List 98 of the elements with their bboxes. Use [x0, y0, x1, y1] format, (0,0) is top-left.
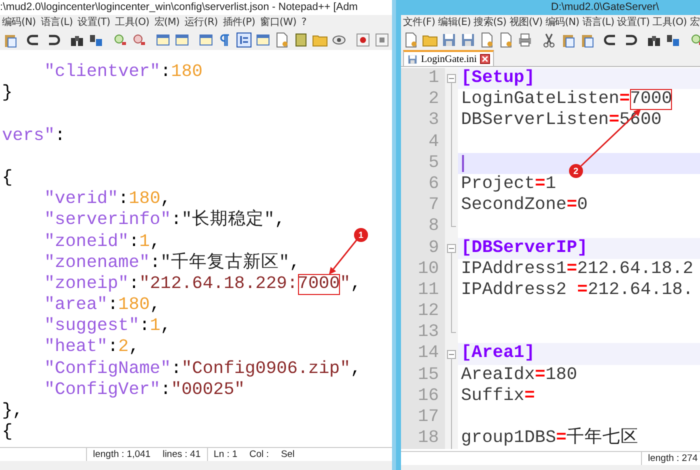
menu-item[interactable]: 宏(M)	[154, 15, 180, 29]
status-text: Ln : 1	[214, 448, 238, 461]
code-line: ",	[340, 274, 361, 296]
zoom-in-icon[interactable]	[112, 32, 128, 48]
code-line: IPAddress2 =212.64.18.	[461, 280, 694, 302]
line-number: 14	[401, 343, 445, 365]
code-line: {	[2, 422, 13, 444]
code-line: "verid":180,	[43, 189, 171, 210]
code-line: "clientver":180	[43, 62, 203, 84]
menu-item[interactable]: 编辑(E)	[438, 15, 471, 29]
code-line: "ConfigName":"Config0906.zip",	[43, 358, 361, 380]
save-icon[interactable]	[441, 32, 457, 48]
code-line: SecondZone=0	[461, 195, 588, 216]
line-number: 9	[401, 238, 445, 259]
line-number: 8	[401, 216, 445, 238]
code-line: "zonename":"千年复古新区",	[43, 252, 300, 274]
line-number: 5	[401, 152, 445, 174]
status-text: length : 1,041	[93, 448, 151, 461]
window-icon[interactable]	[255, 32, 271, 48]
file-tab[interactable]: LoginGate.ini	[403, 50, 494, 66]
line-number: 13	[401, 322, 445, 344]
menu-item[interactable]: 设置(T)	[617, 15, 650, 29]
callout-badge: 1	[354, 228, 368, 242]
code-line: LoginGateListen=	[461, 89, 630, 110]
code-line: Suffix=	[461, 386, 535, 407]
code-line: "suggest":1,	[43, 316, 171, 338]
menu-item[interactable]: 编码(N)	[2, 15, 36, 29]
line-number: 2	[401, 89, 445, 110]
record-icon[interactable]	[355, 32, 371, 48]
page-icon[interactable]	[479, 32, 495, 48]
code-line: [DBServerIP]	[461, 238, 588, 259]
line-number: 15	[401, 364, 445, 386]
menu-item[interactable]: 设置(T)	[78, 15, 110, 29]
code-line: "zoneip":"212.64.18.229:	[43, 274, 298, 296]
status-text: lines : 41	[162, 448, 201, 461]
code-line: group1DBS=千年七区	[461, 428, 639, 450]
line-number: 6	[401, 174, 445, 196]
menu-item[interactable]: 工具(O)	[115, 15, 150, 29]
menu-item[interactable]: 文件(F)	[403, 15, 436, 29]
code-line: IPAddress1=212.64.18.2	[461, 258, 694, 280]
menu-item[interactable]: 语言(L)	[40, 15, 73, 29]
code-line: [Area1]	[461, 343, 535, 365]
indent-icon[interactable]	[236, 32, 252, 48]
menu-item[interactable]: 视图(V)	[509, 15, 542, 29]
page-icon[interactable]	[274, 32, 290, 48]
code-line: AreaIdx=180	[461, 364, 578, 386]
code-line: "heat":2,	[43, 337, 140, 359]
menu-item[interactable]: ?	[301, 16, 306, 28]
save-icon[interactable]	[460, 32, 476, 48]
scissors-icon[interactable]	[541, 32, 557, 48]
window-icon[interactable]	[155, 32, 171, 48]
menu-item[interactable]: 插件(P)	[222, 15, 256, 29]
code-line: [Setup]	[461, 68, 535, 90]
menu-item[interactable]: 搜索(S)	[474, 15, 506, 29]
line-number: 1	[401, 68, 445, 90]
line-number: 7	[401, 195, 445, 216]
code-line: "area":180,	[43, 295, 160, 316]
code-line: "serverinfo":"长期稳定",	[43, 210, 286, 232]
save-icon	[407, 54, 418, 64]
menu-item[interactable]: 运行(R)	[184, 15, 218, 29]
status-text: Sel	[280, 448, 295, 461]
code-line: },	[2, 401, 24, 422]
status-text: length : 274	[648, 452, 698, 465]
menu-item[interactable]: 语言(L)	[582, 15, 614, 29]
line-number: 11	[401, 280, 445, 302]
stop-icon[interactable]	[374, 32, 390, 48]
line-number: 17	[401, 407, 445, 428]
menu-item[interactable]: 编码(N)	[546, 15, 580, 29]
line-number: 4	[401, 132, 445, 153]
window-title: D:\mud2.0\GateServer\	[550, 0, 660, 15]
page-icon[interactable]	[498, 32, 514, 48]
line-number: 18	[401, 428, 445, 450]
status-text: Col :	[249, 448, 269, 461]
line-number: 10	[401, 258, 445, 280]
printer-icon[interactable]	[517, 32, 533, 48]
menu-item[interactable]: 窗口(W)	[260, 15, 296, 29]
boxed-value: 7000	[630, 89, 672, 110]
menu-item[interactable]: 工具(O)	[652, 15, 687, 29]
code-line: Project=1	[461, 174, 556, 196]
fold-icon[interactable]	[447, 350, 456, 359]
code-line: "zoneid":1,	[43, 232, 160, 253]
window-icon[interactable]	[174, 32, 190, 48]
window-title: :\mud2.0\logincenter\logincenter_win\config\serverlist.json - Notepad++ [Adm	[0, 0, 392, 15]
code-line: }	[2, 83, 13, 104]
close-icon[interactable]	[480, 54, 490, 64]
window-icon[interactable]	[198, 32, 214, 48]
fold-icon[interactable]	[447, 74, 456, 84]
code-line: "ConfigVer":"00025"	[43, 380, 245, 401]
fold-icon[interactable]	[447, 244, 456, 253]
line-number: 12	[401, 301, 445, 322]
page-icon[interactable]	[403, 32, 419, 48]
line-number: 16	[401, 386, 445, 407]
menu-item[interactable]: 宏	[690, 15, 700, 29]
line-number: 3	[401, 110, 445, 132]
zoom-out-icon[interactable]	[131, 32, 147, 48]
code-line: {	[2, 168, 13, 190]
boxed-value: 7000	[298, 274, 340, 296]
code-line: vers":	[2, 126, 66, 147]
